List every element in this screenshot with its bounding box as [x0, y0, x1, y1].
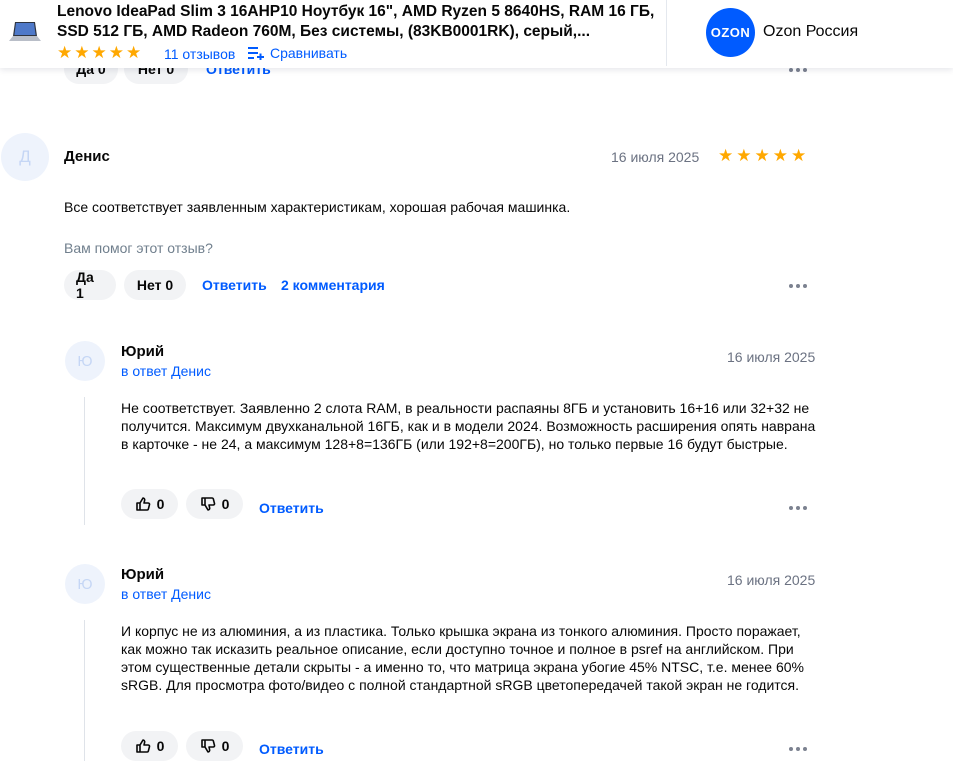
- ozon-logo[interactable]: OZON: [706, 8, 755, 57]
- comment-text: И корпус не из алюминия, а из пластика. …: [121, 623, 804, 693]
- star-icon: ★: [91, 43, 107, 62]
- helpful-question: Вам помог этот отзыв?: [64, 240, 213, 256]
- comment-like-count: 0: [156, 496, 165, 512]
- review-author: Денис: [64, 148, 110, 165]
- comment-like-count: 0: [156, 738, 165, 754]
- comment-text: Не соответствует. Заявленно 2 слота RAM,…: [121, 400, 816, 452]
- compare-list-icon: [248, 47, 264, 60]
- comment-dislike-button[interactable]: 0: [186, 731, 243, 761]
- avatar: Ю: [65, 564, 105, 604]
- comment-dislike-button[interactable]: 0: [186, 489, 243, 519]
- comment-dislike-count: 0: [221, 738, 230, 754]
- comment-reply-to-link[interactable]: в ответ Денис: [121, 363, 211, 379]
- comment-reply-link[interactable]: Ответить: [259, 741, 324, 757]
- helpful-no-label: Нет 0: [136, 277, 174, 293]
- comment-more-options-icon[interactable]: [789, 504, 813, 512]
- comment-date: 16 июля 2025: [727, 349, 816, 365]
- comment-like-button[interactable]: 0: [121, 731, 178, 761]
- reply-link[interactable]: Ответить: [202, 277, 267, 293]
- comment-like-button[interactable]: 0: [121, 489, 178, 519]
- product-sticky-header: Lenovo IdeaPad Slim 3 16AHP10 Ноутбук 16…: [0, 0, 953, 68]
- comment-reply-to-link[interactable]: в ответ Денис: [121, 586, 211, 602]
- star-icon: ★: [772, 146, 788, 165]
- compare-label: Сравнивать: [270, 45, 348, 61]
- reviews-count-link[interactable]: 11 отзывов: [164, 46, 235, 62]
- star-icon: ★: [718, 146, 734, 165]
- comment-author: Юрий: [121, 343, 165, 360]
- compare-button[interactable]: Сравнивать: [248, 45, 347, 61]
- star-icon: ★: [126, 43, 142, 62]
- review-date: 16 июля 2025: [611, 149, 700, 165]
- comment-date: 16 июля 2025: [727, 572, 816, 588]
- star-icon: ★: [74, 43, 90, 62]
- star-icon: ★: [754, 146, 770, 165]
- thumbs-up-icon: [135, 497, 150, 511]
- comment-dislike-count: 0: [221, 496, 230, 512]
- review-rating-stars: ★ ★ ★ ★ ★: [718, 147, 806, 165]
- laptop-thumbnail-icon: [9, 22, 41, 41]
- thread-line: [84, 397, 85, 525]
- review-text: Все соответствует заявленным характерист…: [64, 199, 571, 215]
- star-icon: ★: [108, 43, 124, 62]
- avatar: Ю: [65, 341, 105, 381]
- thumbs-down-icon: [200, 497, 215, 511]
- thumbs-down-icon: [200, 739, 215, 753]
- star-icon: ★: [736, 146, 752, 165]
- product-title[interactable]: Lenovo IdeaPad Slim 3 16AHP10 Ноутбук 16…: [57, 2, 657, 42]
- helpful-yes-label: Да 1: [76, 269, 94, 301]
- product-rating-stars: ★ ★ ★ ★ ★: [57, 44, 141, 62]
- comment-more-options-icon[interactable]: [789, 745, 813, 753]
- star-icon: ★: [791, 146, 807, 165]
- thumbs-up-icon: [135, 739, 150, 753]
- store-name[interactable]: Ozon Россия: [763, 23, 858, 41]
- header-divider: [666, 0, 667, 66]
- comment-author: Юрий: [121, 566, 165, 583]
- thread-line: [84, 620, 85, 761]
- comment-reply-link[interactable]: Ответить: [259, 500, 324, 516]
- star-icon: ★: [57, 43, 73, 62]
- avatar: Д: [1, 133, 49, 181]
- helpful-yes-button[interactable]: Да 1: [64, 269, 116, 301]
- comments-toggle-link[interactable]: 2 комментария: [281, 277, 385, 293]
- more-options-icon[interactable]: [789, 282, 813, 290]
- helpful-no-button[interactable]: Нет 0: [124, 270, 186, 300]
